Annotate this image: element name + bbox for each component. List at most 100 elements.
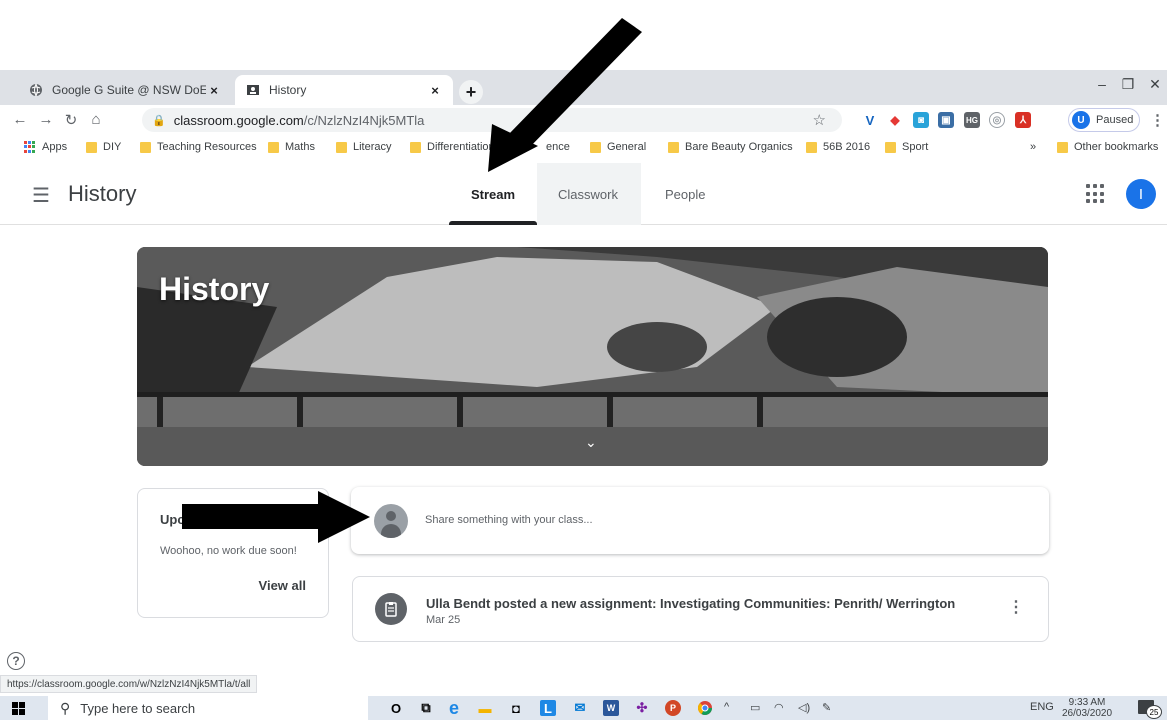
extension-camera-icon[interactable]: ◙	[913, 112, 929, 128]
forward-arrow-icon[interactable]: →	[36, 111, 56, 128]
close-icon[interactable]: ×	[206, 83, 222, 98]
tab-people[interactable]: People	[665, 187, 705, 202]
folder-icon	[1057, 141, 1068, 153]
mail-icon[interactable]: ✉	[572, 700, 588, 716]
status-bar-url: https://classroom.google.com/w/NzlzNzI4N…	[0, 675, 258, 693]
bookmark-label: Bare Beauty Organics	[685, 141, 793, 153]
other-bookmarks[interactable]: Other bookmarks	[1057, 141, 1158, 153]
home-icon[interactable]: ⌂	[86, 111, 106, 128]
new-tab-button[interactable]: +	[459, 80, 483, 104]
upcoming-message: Woohoo, no work due soon!	[160, 545, 297, 557]
extension-diamond-icon[interactable]: ◆	[887, 112, 903, 128]
extension-hg-icon[interactable]: HG	[964, 112, 980, 128]
windows-start-icon[interactable]	[12, 702, 26, 715]
tab-title: History	[269, 83, 307, 97]
word-icon[interactable]: W	[603, 700, 619, 716]
search-placeholder: Type here to search	[80, 700, 196, 716]
clock-date: 26/03/2020	[1062, 708, 1113, 719]
avatar[interactable]: I	[1126, 179, 1156, 209]
bookmark-folder[interactable]: DIY	[86, 141, 121, 153]
extension-photo-icon[interactable]: ▣	[938, 112, 954, 128]
share-input[interactable]: Share something with your class...	[425, 514, 593, 526]
tab-title: Google G Suite @ NSW DoE	[52, 83, 206, 97]
bookmark-label: Differentiation	[427, 141, 495, 153]
bookmark-folder[interactable]: Teaching Resources	[140, 141, 257, 153]
tab-gsuite[interactable]: Google G Suite @ NSW DoE ×	[18, 75, 232, 105]
window-close-icon[interactable]: ✕	[1140, 76, 1167, 93]
taskbar-search[interactable]: ⚲ Type here to search	[48, 696, 368, 720]
tab-stream[interactable]: Stream	[471, 187, 515, 202]
store-icon[interactable]: ◘	[508, 700, 524, 716]
close-icon[interactable]: ×	[427, 83, 443, 98]
language-indicator[interactable]: ENG	[1030, 701, 1054, 713]
bookmark-folder[interactable]: Sport	[885, 141, 928, 153]
system-clock[interactable]: 9:33 AM 26/03/2020	[1062, 697, 1112, 719]
pen-icon[interactable]: ✎	[822, 701, 831, 714]
folder-icon	[140, 141, 151, 153]
network-diagram-icon[interactable]: ✣	[634, 700, 650, 716]
bookmark-label: Literacy	[353, 141, 392, 153]
extension-circle-icon[interactable]: ◎	[989, 112, 1005, 128]
extension-pdf-icon[interactable]: ⅄	[1015, 112, 1031, 128]
notification-badge: 25	[1146, 705, 1162, 719]
profile-status: Paused	[1096, 114, 1134, 126]
browser-tab-strip: Google G Suite @ NSW DoE × History × + –…	[0, 70, 1167, 105]
tab-history[interactable]: History ×	[235, 75, 453, 105]
bookmarks-overflow[interactable]: »	[1030, 141, 1036, 153]
bookmark-folder[interactable]: 56B 2016	[806, 141, 870, 153]
battery-icon[interactable]: ▭	[750, 701, 760, 714]
clock-time: 9:33 AM	[1068, 697, 1106, 708]
chrome-icon[interactable]	[697, 700, 713, 716]
folder-icon	[336, 141, 347, 153]
more-options-icon[interactable]: ⋮	[1008, 597, 1024, 617]
bookmark-folder[interactable]: Literacy	[336, 141, 392, 153]
powerpoint-icon[interactable]: P	[665, 700, 681, 716]
help-icon[interactable]: ?	[7, 652, 25, 670]
bookmark-folder[interactable]: General	[590, 141, 646, 153]
assignment-icon	[375, 593, 407, 625]
view-all-link[interactable]: View all	[259, 578, 306, 593]
bookmark-folder[interactable]: ence	[546, 141, 570, 153]
stream-post[interactable]: Ulla Bendt posted a new assignment: Inve…	[352, 576, 1049, 642]
folder-icon	[806, 141, 817, 153]
bookmark-label: Maths	[285, 141, 315, 153]
chevron-down-icon[interactable]: ⌄	[585, 434, 597, 451]
file-explorer-icon[interactable]: ▬	[477, 700, 493, 716]
url-host: classroom.google.com	[173, 112, 304, 128]
post-title[interactable]: Ulla Bendt posted a new assignment: Inve…	[426, 596, 955, 611]
bookmark-folder[interactable]: Bare Beauty Organics	[668, 141, 793, 153]
volume-icon[interactable]: ◁)	[798, 701, 810, 714]
bookmark-apps[interactable]: Apps	[24, 141, 67, 153]
back-arrow-icon[interactable]: ←	[10, 111, 30, 128]
extension-v-icon[interactable]: V	[862, 112, 878, 128]
cortana-icon[interactable]: O	[388, 700, 404, 716]
apps-grid-icon	[24, 141, 36, 153]
class-title: History	[68, 181, 137, 206]
bookmark-label: 56B 2016	[823, 141, 871, 153]
bookmark-label: Other bookmarks	[1074, 141, 1159, 153]
edge-icon[interactable]: e	[446, 698, 462, 718]
menu-icon[interactable]: ☰	[32, 183, 50, 208]
restore-icon[interactable]: ❐	[1113, 76, 1143, 93]
chevron-up-icon[interactable]: ^	[724, 701, 729, 713]
classroom-header: ☰ History Stream Classwork People I	[0, 163, 1167, 225]
address-bar[interactable]: 🔒 classroom.google.com/c/NzlzNzI4Njk5MTl…	[142, 108, 842, 132]
windows-taskbar: ⚲ Type here to search O ⧉ e ▬ ◘ L ✉ W ✣ …	[0, 696, 1167, 720]
bookmark-label: Apps	[42, 141, 68, 153]
bookmark-star-icon[interactable]: ☆	[813, 111, 826, 129]
wifi-icon[interactable]: ◠	[774, 701, 784, 714]
tab-classwork[interactable]: Classwork	[558, 187, 618, 202]
browser-menu-icon[interactable]: ⋮	[1150, 111, 1165, 129]
browser-toolbar: ← → ↻ ⌂ 🔒 classroom.google.com/c/NzlzNzI…	[0, 105, 1167, 135]
l-app-icon[interactable]: L	[540, 700, 556, 716]
reload-icon[interactable]: ↻	[61, 111, 81, 129]
class-banner: History ⌄	[137, 247, 1048, 466]
profile-chip[interactable]: U Paused	[1068, 108, 1140, 132]
bookmark-folder[interactable]: Maths	[268, 141, 315, 153]
google-apps-icon[interactable]	[1086, 184, 1106, 204]
bookmark-folder[interactable]: Differentiation	[410, 141, 495, 153]
share-box[interactable]: Share something with your class...	[351, 487, 1049, 554]
folder-icon	[410, 141, 421, 153]
task-view-icon[interactable]: ⧉	[418, 700, 434, 716]
screen: Google G Suite @ NSW DoE × History × + –…	[0, 0, 1167, 720]
